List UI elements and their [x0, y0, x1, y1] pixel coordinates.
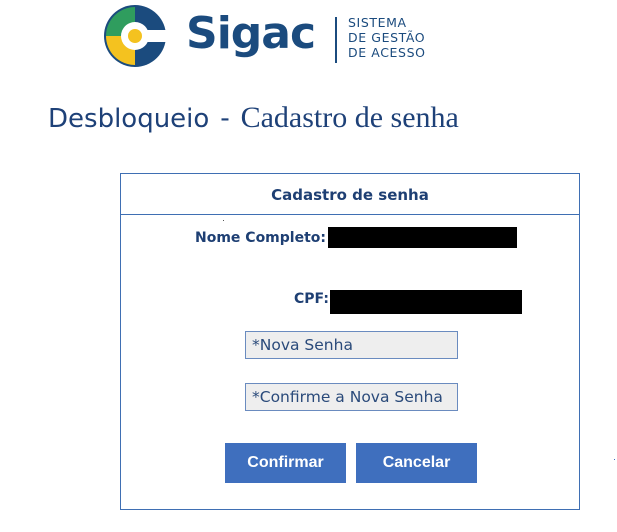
logo-subtitle-line: SISTEMA [348, 15, 407, 30]
logo-wordmark: Sigac [186, 8, 316, 59]
cpf-value-redacted [330, 290, 522, 314]
logo-subtitle-line: DE GESTÃO [348, 30, 426, 45]
cpf-label: CPF: [294, 291, 329, 307]
page-title-part1: Desbloqueio [48, 104, 210, 134]
page-title-separator: - [220, 101, 230, 134]
panel-header: Cadastro de senha [121, 174, 579, 215]
new-password-input[interactable] [245, 331, 458, 359]
stray-dot [223, 220, 224, 221]
sigac-logo: Sigac SISTEMA DE GESTÃO DE ACESSO [102, 3, 442, 69]
nome-completo-value-redacted [328, 227, 517, 248]
sigac-logo-icon [104, 5, 168, 67]
logo-subtitle-line: DE ACESSO [348, 45, 426, 60]
logo-divider [335, 17, 337, 63]
confirm-button[interactable]: Confirmar [225, 443, 346, 483]
logo-subtitle: SISTEMA DE GESTÃO DE ACESSO [348, 15, 426, 60]
nome-completo-label: Nome Completo: [195, 230, 326, 246]
confirm-password-input[interactable] [245, 383, 458, 411]
password-form-panel: Cadastro de senha Nome Completo: CPF: Co… [120, 173, 580, 510]
stray-dot [614, 459, 615, 460]
cancel-button[interactable]: Cancelar [356, 443, 477, 483]
page-title-part2: Cadastro de senha [240, 101, 459, 134]
page-title: Desbloqueio - Cadastro de senha [48, 100, 459, 137]
